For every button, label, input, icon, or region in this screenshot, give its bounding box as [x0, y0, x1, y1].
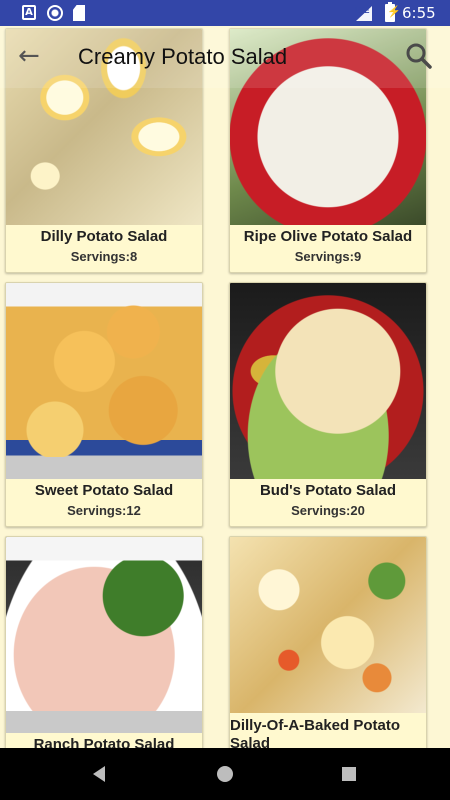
recipe-title: Dilly-Of-A-Baked Potato Salad	[230, 717, 401, 748]
recipe-servings: Servings:8	[70, 249, 138, 264]
notification-circle-icon	[47, 5, 63, 21]
recipe-card[interactable]: Ranch Potato Salad	[5, 536, 203, 748]
recipe-image	[6, 283, 202, 479]
arrow-back-icon[interactable]: ←	[18, 43, 44, 70]
recipe-image	[230, 537, 426, 713]
recipe-title: Bud's Potato Salad	[259, 482, 397, 499]
app-bar: ← Creamy Potato Salad	[0, 26, 450, 88]
recipe-servings: Servings:9	[294, 249, 362, 264]
recipe-title: Dilly Potato Salad	[40, 228, 168, 245]
recipe-grid[interactable]: Dilly Potato Salad Servings:8 Ripe Olive…	[0, 26, 450, 748]
recipe-card[interactable]: Dilly-Of-A-Baked Potato Salad	[229, 536, 427, 748]
recipe-title: Ripe Olive Potato Salad	[243, 228, 413, 245]
recipe-servings: Servings:12	[67, 503, 141, 518]
nav-back-icon[interactable]	[93, 766, 105, 782]
sd-card-icon	[73, 5, 85, 21]
search-icon[interactable]	[405, 42, 433, 70]
recipe-image	[6, 537, 202, 733]
nav-home-icon[interactable]	[217, 766, 233, 782]
recipe-servings: Servings:20	[291, 503, 365, 518]
nav-recents-icon[interactable]	[342, 767, 356, 781]
recipe-title: Ranch Potato Salad	[33, 736, 175, 748]
image-placeholder-strip	[6, 711, 202, 733]
recipe-image	[230, 283, 426, 479]
recipe-title: Sweet Potato Salad	[34, 482, 174, 499]
image-placeholder-strip	[6, 457, 202, 479]
recipe-card[interactable]: Sweet Potato Salad Servings:12	[5, 282, 203, 527]
battery-icon: ⚡	[385, 2, 401, 22]
navigation-bar	[0, 748, 450, 800]
status-bar: A LTE ⚡ 6:55	[0, 0, 450, 26]
status-time: 6:55	[402, 4, 436, 22]
page-title: Creamy Potato Salad	[78, 44, 288, 69]
lte-label: LTE	[355, 6, 370, 15]
recipe-card[interactable]: Bud's Potato Salad Servings:20	[229, 282, 427, 527]
notification-a-icon: A	[22, 5, 36, 20]
